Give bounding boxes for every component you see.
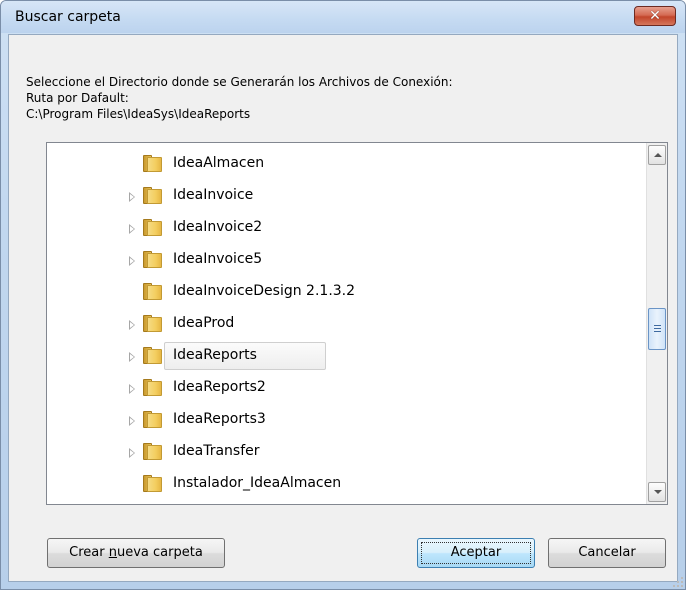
tree-item-label: IdeaProd <box>173 315 235 331</box>
folder-icon <box>143 475 162 492</box>
folder-icon <box>143 347 162 364</box>
tree-item-label: IdeaInvoice5 <box>173 251 263 267</box>
tree-item-label: IdeaAlmacen <box>173 155 265 171</box>
tree-item-label: IdeaReports3 <box>173 411 266 427</box>
scroll-up-button[interactable] <box>648 145 666 165</box>
scroll-down-button[interactable] <box>648 482 666 502</box>
browse-folder-dialog: Buscar carpeta ✕ Seleccione el Directori… <box>0 0 686 590</box>
cancel-label: Cancelar <box>578 545 636 560</box>
expander-triangle-icon[interactable] <box>129 384 135 394</box>
folder-icon <box>143 251 162 268</box>
tree-item-ideainvoicedesign[interactable]: IdeaInvoiceDesign 2.1.3.2 <box>47 276 647 309</box>
close-button[interactable]: ✕ <box>634 6 676 26</box>
expander-triangle-icon[interactable] <box>129 352 135 362</box>
tree-item-instalador-ideaalmacen[interactable]: Instalador_IdeaAlmacen <box>47 468 647 501</box>
tree-item-ideainvoice2[interactable]: IdeaInvoice2 <box>47 212 647 245</box>
tree-item-label: Instalador_IdeaAlmacen <box>173 475 342 491</box>
new-folder-label: Crear nueva carpeta <box>69 545 203 560</box>
folder-icon <box>143 443 162 460</box>
tree-item-ideainvoice5[interactable]: IdeaInvoice5 <box>47 244 647 277</box>
scroll-thumb[interactable] <box>648 308 666 350</box>
tree-item-ideainvoice[interactable]: IdeaInvoice <box>47 180 647 213</box>
folder-icon <box>143 411 162 428</box>
window-title: Buscar carpeta <box>15 9 121 25</box>
description-line-1: Seleccione el Directorio donde se Genera… <box>26 75 453 89</box>
vertical-scrollbar[interactable] <box>646 143 667 504</box>
tree-item-label: IdeaInvoice2 <box>173 219 263 235</box>
folder-icon <box>143 187 162 204</box>
folder-icon <box>143 315 162 332</box>
folder-icon <box>143 283 162 300</box>
close-icon: ✕ <box>649 8 661 24</box>
tree-item-ideaprod[interactable]: IdeaProd <box>47 308 647 341</box>
tree-item-ideareports[interactable]: IdeaReports <box>47 340 647 373</box>
tree-item-label: IdeaTransfer <box>173 443 260 459</box>
description-line-2: Ruta por Dafault: <box>26 91 129 105</box>
tree-item-label: IdeaInvoiceDesign 2.1.3.2 <box>173 283 356 299</box>
new-folder-button[interactable]: Crear nueva carpeta <box>47 538 225 568</box>
default-path-text: C:\Program Files\IdeaSys\IdeaReports <box>26 107 251 121</box>
ok-button[interactable]: Aceptar <box>417 538 535 568</box>
tree-item-ideatransfer[interactable]: IdeaTransfer <box>47 436 647 469</box>
folder-tree[interactable]: IdeaAlmacen IdeaInvoice IdeaInvoice2 Ide… <box>46 142 668 505</box>
tree-item-ideaalmacen[interactable]: IdeaAlmacen <box>47 148 647 181</box>
folder-icon <box>143 155 162 172</box>
expander-triangle-icon[interactable] <box>129 192 135 202</box>
expander-triangle-icon[interactable] <box>129 224 135 234</box>
folder-icon <box>143 379 162 396</box>
expander-triangle-icon[interactable] <box>129 416 135 426</box>
resize-grip[interactable] <box>673 577 683 587</box>
tree-item-ideareports2[interactable]: IdeaReports2 <box>47 372 647 405</box>
title-bar[interactable]: Buscar carpeta ✕ <box>1 1 685 33</box>
cancel-button[interactable]: Cancelar <box>548 538 666 568</box>
tree-item-label: IdeaReports <box>173 347 257 363</box>
folder-icon <box>143 219 162 236</box>
expander-triangle-icon[interactable] <box>129 256 135 266</box>
ok-label: Aceptar <box>450 545 502 560</box>
tree-item-label: IdeaInvoice <box>173 187 254 203</box>
tree-item-label: IdeaReports2 <box>173 379 266 395</box>
tree-item-ideareports3[interactable]: IdeaReports3 <box>47 404 647 437</box>
expander-triangle-icon[interactable] <box>129 448 135 458</box>
expander-triangle-icon[interactable] <box>129 320 135 330</box>
